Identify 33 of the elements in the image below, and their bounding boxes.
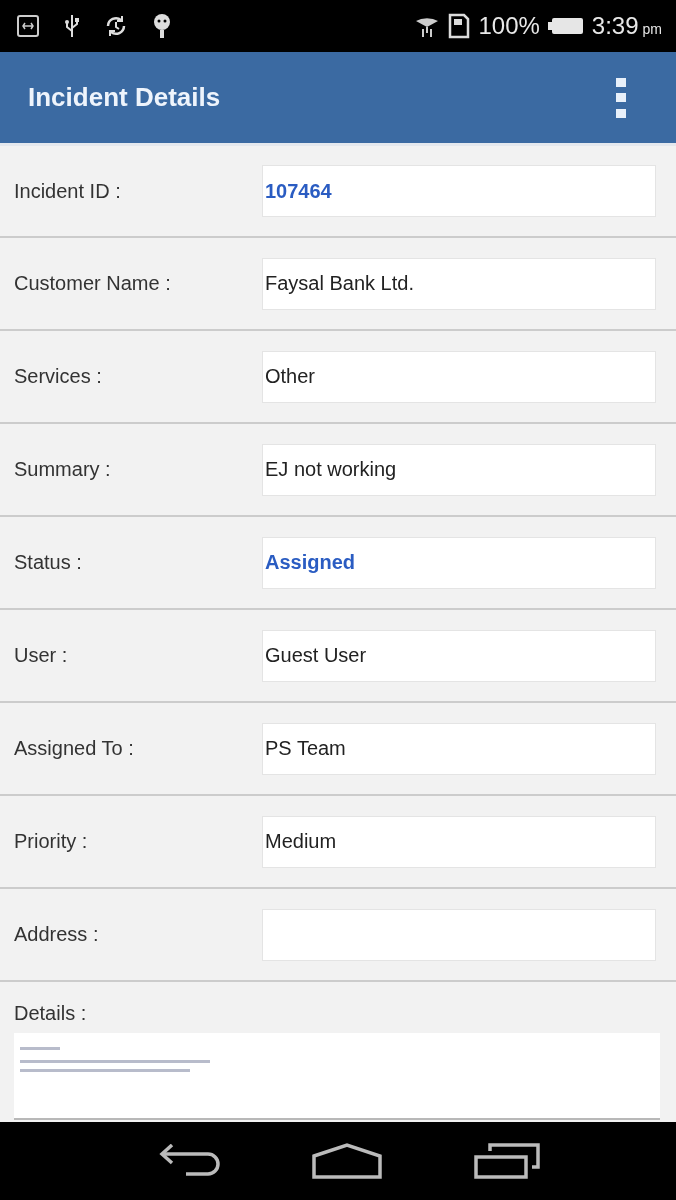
field-label: User : [14, 644, 69, 667]
value-field[interactable]: EJ not working [262, 443, 656, 496]
clock-time: 3:39 [591, 12, 639, 40]
clock-meridiem: pm [642, 21, 662, 37]
field-label: Assigned To : [14, 737, 135, 760]
value-field[interactable] [262, 908, 656, 961]
value-field[interactable]: 107464 [262, 165, 656, 217]
value-field[interactable]: Assigned [262, 536, 656, 589]
more-options-icon[interactable] [616, 77, 626, 118]
field-label: Priority : [14, 830, 89, 853]
sd-card-icon [448, 13, 471, 39]
field-label: Status : [14, 551, 83, 574]
screen-icon [16, 14, 40, 38]
robot-icon [152, 13, 172, 39]
value-field[interactable]: Other [262, 350, 656, 403]
battery-percent: 100% [478, 12, 540, 40]
details-field[interactable] [14, 1033, 660, 1120]
home-icon[interactable] [312, 1143, 382, 1179]
value-field[interactable]: PS Team [262, 722, 656, 775]
field-label: Summary : [14, 458, 112, 481]
value-field[interactable]: Guest User [262, 629, 656, 682]
details-label: Details : [14, 1002, 88, 1025]
field-label: Customer Name : [14, 272, 172, 295]
value-field[interactable]: Medium [262, 815, 656, 868]
value-field[interactable]: Faysal Bank Ltd. [262, 257, 656, 310]
usb-icon [64, 14, 80, 38]
field-label: Address : [14, 923, 100, 946]
field-label: Services : [14, 365, 103, 388]
app-bar-title: Incident Details [28, 82, 221, 113]
recent-apps-icon[interactable] [474, 1143, 540, 1179]
field-label: Incident ID : [14, 179, 122, 203]
battery-icon [547, 16, 584, 36]
sync-icon [104, 14, 128, 38]
